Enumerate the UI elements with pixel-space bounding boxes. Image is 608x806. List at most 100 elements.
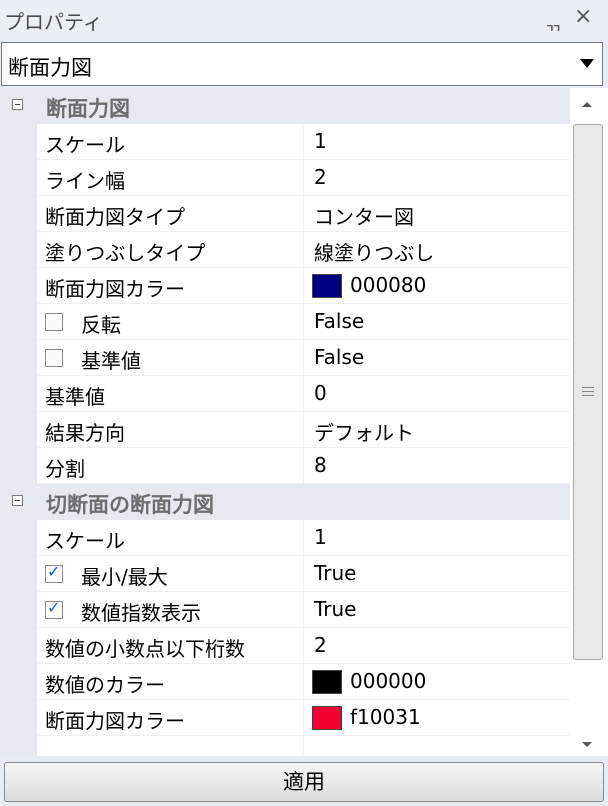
property-name: スケール (45, 529, 125, 553)
property-name: 数値指数表示 (81, 601, 201, 625)
property-name-cell[interactable]: 断面力図カラー (37, 268, 304, 304)
property-name-cell[interactable]: 基準値 (37, 376, 304, 412)
color-swatch[interactable] (312, 670, 342, 694)
color-swatch[interactable] (312, 274, 342, 298)
property-value: 000080 (350, 273, 427, 297)
property-value-cell[interactable]: 8 (304, 448, 570, 484)
collapse-toggle-icon[interactable] (12, 495, 23, 506)
row-gutter (0, 700, 37, 736)
property-name-cell[interactable]: 断面力図タイプ (37, 196, 304, 232)
property-value: 8 (314, 453, 327, 477)
property-row[interactable]: スケール 1 (0, 520, 570, 556)
property-checkbox[interactable] (45, 598, 63, 619)
row-gutter (0, 160, 37, 196)
property-name-cell[interactable]: 結果方向 (37, 412, 304, 448)
property-value-cell[interactable]: 1 (304, 520, 570, 556)
property-row[interactable]: 断面力図カラー f10031 (0, 700, 570, 736)
collapse-toggle-icon[interactable] (12, 99, 23, 110)
object-selector-dropdown[interactable]: 断面力図 (1, 42, 603, 86)
property-row[interactable]: 基準値 False (0, 340, 570, 376)
property-row[interactable]: 塗りつぶしタイプ 線塗りつぶし (0, 232, 570, 268)
property-name-cell[interactable]: 数値のカラー (37, 664, 304, 700)
property-row[interactable]: 数値のカラー 000000 (0, 664, 570, 700)
scrollbar-thumb[interactable] (573, 124, 603, 660)
property-value-cell[interactable]: True (304, 556, 570, 592)
property-name-cell (37, 736, 304, 756)
property-row[interactable]: 数値の小数点以下桁数 2 (0, 628, 570, 664)
property-name: 断面力図カラー (45, 277, 185, 301)
property-row[interactable]: 基準値 0 (0, 376, 570, 412)
property-row[interactable]: 数値指数表示 True (0, 592, 570, 628)
property-name: 断面力図タイプ (45, 205, 185, 229)
row-gutter (0, 124, 37, 160)
row-gutter (0, 376, 37, 412)
property-value-cell[interactable]: False (304, 304, 570, 340)
property-row[interactable]: 最小/最大 True (0, 556, 570, 592)
property-value: 000000 (350, 669, 427, 693)
row-gutter (0, 304, 37, 340)
scroll-down-arrow-icon[interactable] (582, 742, 592, 747)
category-label: 断面力図 (46, 97, 130, 121)
property-name-cell[interactable]: 塗りつぶしタイプ (37, 232, 304, 268)
property-value-cell[interactable]: 1 (304, 124, 570, 160)
scroll-up-arrow-icon[interactable] (582, 102, 592, 107)
category-label: 切断面の断面力図 (46, 493, 214, 517)
color-swatch[interactable] (312, 706, 342, 730)
property-name: 基準値 (81, 349, 141, 373)
property-value: 2 (314, 165, 327, 189)
property-value-cell[interactable]: デフォルト (304, 412, 570, 448)
property-name-cell[interactable]: スケール (37, 520, 304, 556)
property-name: 数値のカラー (45, 673, 165, 697)
property-row[interactable]: ライン幅 2 (0, 160, 570, 196)
property-value-cell (304, 736, 570, 756)
property-row[interactable]: 断面力図カラー 000080 (0, 268, 570, 304)
row-gutter (0, 412, 37, 448)
close-icon[interactable]: × (574, 4, 592, 29)
apply-button[interactable]: 適用 (4, 762, 604, 802)
property-name-cell[interactable]: スケール (37, 124, 304, 160)
property-value-cell[interactable]: 2 (304, 160, 570, 196)
row-gutter (0, 628, 37, 664)
category-row[interactable]: 切断面の断面力図 (0, 484, 570, 520)
category-row[interactable]: 断面力図 (0, 88, 570, 124)
property-value-cell[interactable]: 000080 (304, 268, 570, 304)
property-name: 最小/最大 (81, 565, 168, 589)
property-value: 1 (314, 525, 327, 549)
property-value-cell[interactable]: True (304, 592, 570, 628)
property-name-cell[interactable]: 分割 (37, 448, 304, 484)
row-gutter (0, 340, 37, 376)
property-value-cell[interactable]: 000000 (304, 664, 570, 700)
property-name-cell[interactable]: 断面力図カラー (37, 700, 304, 736)
property-name-cell[interactable]: 最小/最大 (37, 556, 304, 592)
property-value-cell[interactable]: 2 (304, 628, 570, 664)
property-value-cell[interactable]: 0 (304, 376, 570, 412)
property-checkbox[interactable] (45, 349, 63, 367)
property-row[interactable]: 断面力図タイプ コンター図 (0, 196, 570, 232)
property-row[interactable]: 結果方向 デフォルト (0, 412, 570, 448)
property-row[interactable]: スケール 1 (0, 124, 570, 160)
property-name-cell[interactable]: 反転 (37, 304, 304, 340)
property-row[interactable]: 分割 8 (0, 448, 570, 484)
property-checkbox[interactable] (45, 313, 63, 331)
row-gutter (0, 268, 37, 304)
property-value-cell[interactable]: False (304, 340, 570, 376)
pin-icon[interactable]: ᆩ (544, 6, 562, 35)
row-gutter (0, 736, 37, 756)
property-name-cell[interactable]: 数値指数表示 (37, 592, 304, 628)
property-value: True (314, 597, 357, 621)
property-name-cell[interactable]: ライン幅 (37, 160, 304, 196)
property-value: 2 (314, 633, 327, 657)
property-checkbox[interactable] (45, 562, 63, 583)
property-value-cell[interactable]: 線塗りつぶし (304, 232, 570, 268)
property-value: デフォルト (314, 421, 414, 445)
property-row[interactable]: 反転 False (0, 304, 570, 340)
property-name-cell[interactable]: 基準値 (37, 340, 304, 376)
chevron-down-icon[interactable] (580, 59, 594, 68)
property-value-cell[interactable]: f10031 (304, 700, 570, 736)
row-gutter (0, 520, 37, 556)
property-value-cell[interactable]: コンター図 (304, 196, 570, 232)
row-gutter (0, 556, 37, 592)
property-name: 塗りつぶしタイプ (45, 241, 206, 265)
property-name: ライン幅 (45, 169, 125, 193)
property-name-cell[interactable]: 数値の小数点以下桁数 (37, 628, 304, 664)
